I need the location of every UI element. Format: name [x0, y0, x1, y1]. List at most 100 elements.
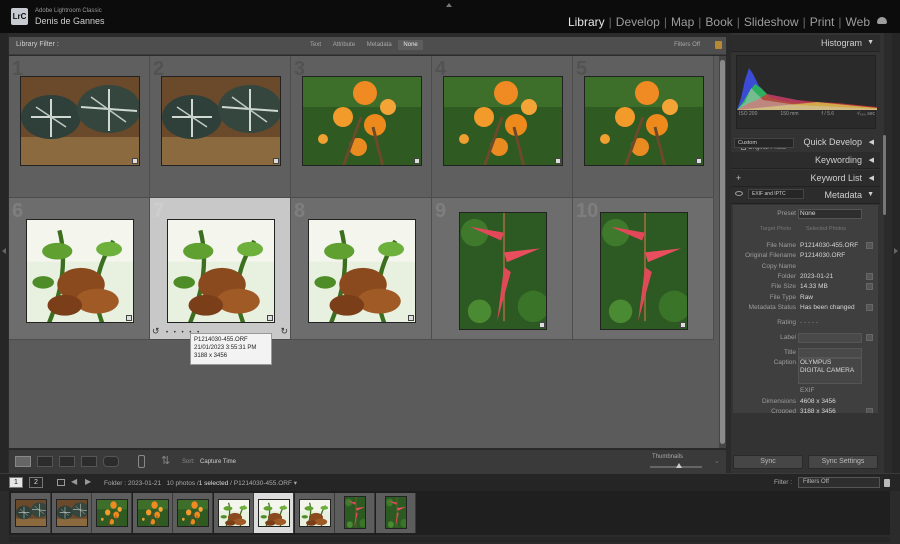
- grid-scrollbar[interactable]: [719, 56, 726, 448]
- filmstrip-item[interactable]: [173, 493, 213, 533]
- filter-metadata-button[interactable]: Metadata: [362, 40, 397, 50]
- filmstrip-thumbnail[interactable]: [298, 499, 331, 527]
- filmstrip-item[interactable]: [294, 493, 335, 533]
- painter-icon[interactable]: [138, 455, 145, 468]
- keywording-header[interactable]: Keywording ◀: [731, 152, 880, 169]
- module-book[interactable]: Book: [705, 15, 732, 29]
- rotate-left-icon[interactable]: ↺: [152, 326, 160, 337]
- filmstrip-item[interactable]: [254, 493, 294, 533]
- cloud-sync-icon[interactable]: [877, 17, 887, 24]
- left-panel-toggle[interactable]: [0, 33, 8, 473]
- grid-cell[interactable]: 6: [9, 198, 150, 340]
- histogram[interactable]: ISO 200 150 mm f / 5.6 ¹⁄₄₀₀ sec Origina…: [736, 55, 877, 151]
- metadata-view-dropdown[interactable]: EXIF and IPTC: [748, 189, 804, 199]
- photo-thumbnail[interactable]: [167, 219, 275, 323]
- field-action-icon[interactable]: [866, 272, 873, 280]
- right-panel-toggle[interactable]: [892, 33, 900, 473]
- sync-button[interactable]: Sync: [733, 455, 803, 469]
- rotate-right-icon[interactable]: ↻: [280, 326, 288, 337]
- develop-adjustments-badge-icon[interactable]: [696, 158, 702, 164]
- sort-direction-icon[interactable]: ⇅: [161, 454, 170, 467]
- forward-arrow-icon[interactable]: ▶: [85, 477, 91, 486]
- photo-thumbnail[interactable]: [600, 212, 688, 330]
- develop-adjustments-badge-icon[interactable]: [680, 322, 686, 328]
- photo-thumbnail[interactable]: [443, 76, 563, 166]
- loupe-view-button[interactable]: [37, 456, 53, 467]
- develop-adjustments-badge-icon[interactable]: [539, 322, 545, 328]
- target-photo-button[interactable]: Target Photo: [760, 226, 791, 232]
- filmstrip-item[interactable]: [335, 493, 375, 533]
- photo-thumbnail[interactable]: [308, 219, 416, 323]
- toolbar-menu-chevron-icon[interactable]: ⌄: [714, 457, 720, 465]
- photo-thumbnail[interactable]: [161, 76, 281, 166]
- sort-dropdown[interactable]: Capture Time: [200, 459, 236, 465]
- grid-cell[interactable]: 5: [573, 56, 714, 198]
- filmstrip-thumbnail[interactable]: [15, 499, 47, 527]
- histogram-header[interactable]: Histogram ▼: [731, 35, 880, 52]
- collapse-top-panel-icon[interactable]: [446, 3, 452, 7]
- quick-develop-header[interactable]: Quick Develop ◀: [797, 134, 880, 151]
- photo-thumbnail[interactable]: [26, 219, 134, 323]
- selected-photos-button[interactable]: Selected Photos: [806, 226, 846, 232]
- panel-scrollbar[interactable]: [883, 135, 886, 215]
- filter-lock-icon[interactable]: [884, 479, 890, 487]
- develop-adjustments-badge-icon[interactable]: [408, 315, 414, 321]
- photo-thumbnail[interactable]: [459, 212, 547, 330]
- develop-adjustments-badge-icon[interactable]: [414, 158, 420, 164]
- grid-cell[interactable]: 7 • • • • • ↺ ↻: [150, 198, 291, 340]
- filmstrip-item[interactable]: [132, 493, 173, 533]
- compare-view-button[interactable]: [59, 456, 75, 467]
- filter-text-button[interactable]: Text: [305, 40, 326, 50]
- module-library[interactable]: Library: [568, 15, 605, 29]
- develop-adjustments-badge-icon[interactable]: [132, 158, 138, 164]
- filmstrip-filter-dropdown[interactable]: Filters Off: [798, 477, 880, 488]
- module-map[interactable]: Map: [671, 15, 694, 29]
- module-slideshow[interactable]: Slideshow: [744, 15, 799, 29]
- filter-none-button[interactable]: None: [398, 40, 423, 50]
- grid-cell[interactable]: 9: [432, 198, 573, 340]
- filmstrip-thumbnail[interactable]: [384, 496, 407, 529]
- filmstrip-item[interactable]: [11, 493, 51, 533]
- window-1-tab[interactable]: 1: [9, 477, 23, 488]
- photo-thumbnail[interactable]: [20, 76, 140, 166]
- photo-thumbnail[interactable]: [584, 76, 704, 166]
- grid-cell[interactable]: 8: [291, 198, 432, 340]
- filmstrip-thumbnail[interactable]: [217, 499, 250, 527]
- survey-view-button[interactable]: [81, 456, 97, 467]
- catalog-name[interactable]: Denis de Gannes: [35, 16, 105, 26]
- filter-attribute-button[interactable]: Attribute: [328, 40, 360, 50]
- filter-status[interactable]: Filters Off: [674, 42, 700, 48]
- module-develop[interactable]: Develop: [616, 15, 660, 29]
- develop-adjustments-badge-icon[interactable]: [273, 158, 279, 164]
- lock-icon[interactable]: [715, 41, 722, 49]
- plus-icon[interactable]: +: [736, 173, 741, 183]
- field-action-icon[interactable]: [866, 303, 873, 311]
- filmstrip-item[interactable]: [51, 493, 92, 533]
- field-action-icon[interactable]: [866, 333, 873, 341]
- grid-cell[interactable]: 2: [150, 56, 291, 198]
- metadata-input[interactable]: [798, 347, 862, 358]
- module-web[interactable]: Web: [846, 15, 870, 29]
- eye-icon[interactable]: [735, 191, 743, 196]
- grid-cell[interactable]: 1: [9, 56, 150, 198]
- develop-adjustments-badge-icon[interactable]: [126, 315, 132, 321]
- filmstrip-thumbnail[interactable]: [258, 499, 290, 527]
- thumbnail-slider-knob[interactable]: [676, 463, 682, 468]
- grid-scroll-thumb[interactable]: [720, 60, 725, 444]
- photo-thumbnail[interactable]: [302, 76, 422, 166]
- develop-adjustments-badge-icon[interactable]: [555, 158, 561, 164]
- filmstrip-thumbnail[interactable]: [177, 499, 209, 527]
- people-view-button[interactable]: [103, 456, 119, 467]
- field-action-icon[interactable]: [866, 283, 873, 291]
- keyword-list-header[interactable]: + Keyword List ◀: [731, 170, 880, 187]
- back-arrow-icon[interactable]: ◀: [71, 477, 77, 486]
- develop-adjustments-badge-icon[interactable]: [267, 315, 273, 321]
- field-action-icon[interactable]: [866, 408, 873, 413]
- grid-cell[interactable]: 10: [573, 198, 714, 340]
- filmstrip-item[interactable]: [213, 493, 254, 533]
- filmstrip-thumbnail[interactable]: [55, 499, 88, 527]
- filmstrip-item[interactable]: [375, 493, 416, 533]
- filmstrip-thumbnail[interactable]: [96, 499, 128, 527]
- module-print[interactable]: Print: [810, 15, 835, 29]
- grid-cell[interactable]: 3: [291, 56, 432, 198]
